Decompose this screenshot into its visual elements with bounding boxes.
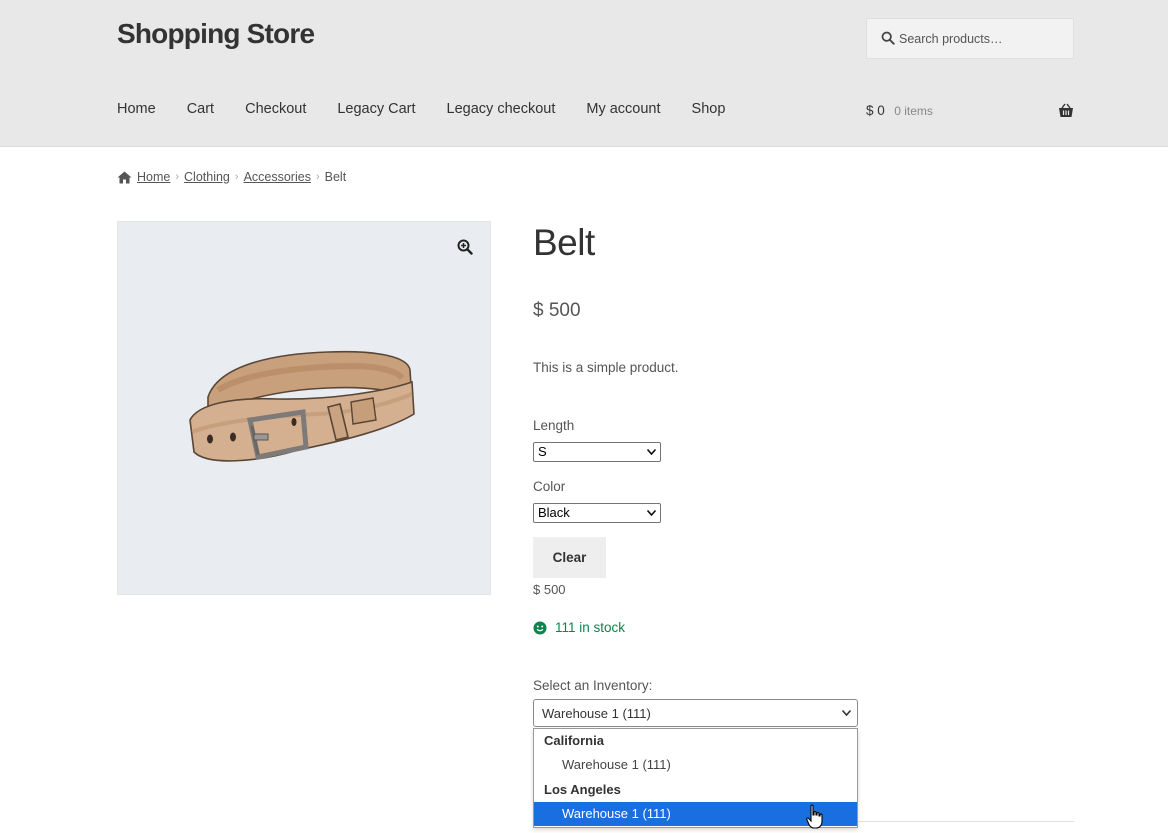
- chevron-down-icon: [842, 710, 851, 716]
- site-title[interactable]: Shopping Store: [117, 18, 315, 50]
- cart-total: $ 0: [866, 103, 885, 118]
- stock-status: 111 in stock: [533, 620, 625, 635]
- divider: [858, 821, 1074, 822]
- product-image[interactable]: [117, 221, 491, 595]
- nav-item-cart[interactable]: Cart: [187, 101, 214, 117]
- variation-price: $ 500: [533, 582, 566, 597]
- clear-button[interactable]: Clear: [533, 537, 606, 578]
- breadcrumb-accessories[interactable]: Accessories: [244, 170, 311, 184]
- nav-item-legacy-cart[interactable]: Legacy Cart: [337, 101, 415, 117]
- nav-item-shop[interactable]: Shop: [692, 101, 726, 117]
- site-header: Shopping Store Home Cart Checkout Legacy…: [0, 0, 1168, 147]
- inventory-select[interactable]: Warehouse 1 (111): [533, 699, 858, 727]
- inventory-label: Select an Inventory:: [533, 678, 653, 693]
- primary-nav: Home Cart Checkout Legacy Cart Legacy ch…: [117, 101, 756, 117]
- home-icon: [117, 171, 132, 183]
- breadcrumb: Home › Clothing › Accessories › Belt: [117, 170, 346, 184]
- breadcrumb-separator: ›: [234, 171, 239, 183]
- basket-icon: [1059, 103, 1073, 117]
- nav-item-checkout[interactable]: Checkout: [245, 101, 306, 117]
- breadcrumb-home[interactable]: Home: [137, 170, 170, 184]
- smile-icon: [533, 621, 547, 634]
- cart-count: 0 items: [894, 104, 933, 118]
- nav-item-legacy-checkout[interactable]: Legacy checkout: [447, 101, 556, 117]
- search-box[interactable]: [866, 18, 1074, 59]
- inventory-select-value: Warehouse 1 (111): [542, 706, 651, 721]
- product-title: Belt: [533, 222, 595, 263]
- search-input[interactable]: [899, 28, 1069, 50]
- breadcrumb-current: Belt: [324, 170, 347, 184]
- product-price: $ 500: [533, 300, 581, 321]
- belt-image: [189, 350, 415, 462]
- breadcrumb-clothing[interactable]: Clothing: [184, 170, 230, 184]
- nav-item-my-account[interactable]: My account: [586, 101, 660, 117]
- nav-item-home[interactable]: Home: [117, 101, 156, 117]
- stock-text: 111 in stock: [555, 620, 626, 635]
- dropdown-group-los-angeles: Los Angeles: [544, 782, 621, 797]
- length-select-value: S: [538, 444, 547, 459]
- chevron-down-icon: [647, 449, 656, 455]
- search-icon: [881, 31, 895, 45]
- header-cart[interactable]: $ 0 0 items: [866, 102, 1074, 122]
- length-select[interactable]: S: [533, 442, 661, 462]
- breadcrumb-separator: ›: [315, 171, 320, 183]
- dropdown-option[interactable]: Warehouse 1 (111): [534, 753, 857, 777]
- color-select-value: Black: [538, 505, 570, 520]
- color-label: Color: [533, 479, 566, 494]
- length-label: Length: [533, 418, 575, 433]
- product-short-description: This is a simple product.: [533, 360, 679, 375]
- breadcrumb-separator: ›: [175, 171, 180, 183]
- hand-cursor-icon: [806, 804, 823, 829]
- chevron-down-icon: [647, 510, 656, 516]
- zoom-in-icon[interactable]: [457, 239, 473, 255]
- dropdown-group-california: California: [544, 733, 604, 748]
- color-select[interactable]: Black: [533, 503, 661, 523]
